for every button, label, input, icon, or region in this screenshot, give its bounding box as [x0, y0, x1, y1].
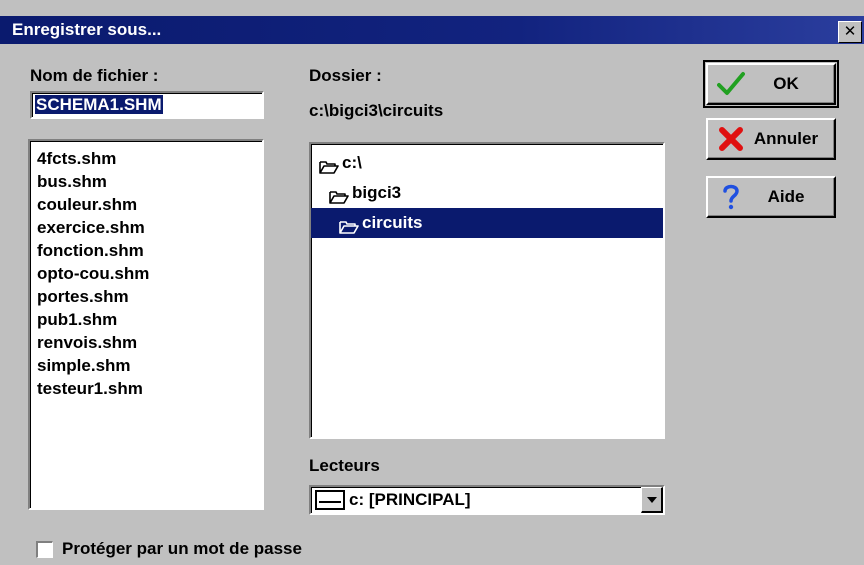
folder-tree[interactable]: c:\ bigci3 circuits [309, 142, 665, 439]
folder-label: Dossier : [309, 66, 382, 85]
drive-select[interactable]: c: [PRINCIPAL] [309, 485, 665, 515]
file-list-item[interactable]: testeur1.shm [34, 377, 258, 400]
password-checkbox[interactable] [36, 541, 53, 558]
filename-value: SCHEMA1.SHM [35, 95, 163, 114]
ok-button[interactable]: OK [703, 60, 839, 108]
open-folder-icon [339, 215, 359, 234]
close-icon: ✕ [843, 23, 857, 40]
file-list-item[interactable]: simple.shm [34, 354, 258, 377]
chevron-down-icon [646, 496, 657, 503]
file-list-item[interactable]: renvois.shm [34, 331, 258, 354]
file-list-item[interactable]: exercice.shm [34, 216, 258, 239]
file-list-item[interactable]: couleur.shm [34, 193, 258, 216]
file-list-item[interactable]: pub1.shm [34, 308, 258, 331]
folder-tree-item[interactable]: circuits [311, 208, 663, 238]
dialog-title: Enregistrer sous... [12, 20, 162, 39]
file-list-item[interactable]: fonction.shm [34, 239, 258, 262]
ok-label: OK [773, 74, 799, 93]
password-label: Protéger par un mot de passe [62, 539, 302, 558]
file-list[interactable]: 4fcts.shm bus.shm couleur.shm exercice.shm f… [28, 139, 264, 510]
drive-icon [315, 490, 345, 510]
open-folder-icon [329, 185, 349, 204]
folder-name: c:\ [342, 153, 362, 172]
folder-tree-item[interactable]: bigci3 [311, 178, 663, 208]
folder-name: bigci3 [352, 183, 402, 202]
filename-input[interactable]: SCHEMA1.SHM [30, 91, 264, 119]
checkmark-icon [716, 70, 746, 98]
cancel-label: Annuler [753, 129, 819, 148]
folder-name: circuits [362, 213, 423, 232]
cancel-button[interactable]: Annuler [706, 118, 836, 160]
file-list-item[interactable]: opto-cou.shm [34, 262, 258, 285]
file-list-item[interactable]: portes.shm [34, 285, 258, 308]
drive-value: c: [PRINCIPAL] [349, 490, 471, 509]
drives-label: Lecteurs [309, 456, 380, 475]
file-list-item[interactable]: bus.shm [34, 170, 258, 193]
filename-label: Nom de fichier : [30, 66, 159, 85]
file-list-item[interactable]: 4fcts.shm [34, 147, 258, 170]
dialog-titlebar[interactable]: Enregistrer sous... ✕ [0, 16, 864, 44]
dropdown-button[interactable] [641, 487, 663, 513]
help-label: Aide [767, 187, 805, 206]
folder-tree-item[interactable]: c:\ [311, 148, 663, 178]
help-button[interactable]: Aide [706, 176, 836, 218]
folder-path: c:\bigci3\circuits [309, 101, 444, 120]
close-button[interactable]: ✕ [838, 21, 862, 43]
red-x-icon [716, 125, 746, 153]
open-folder-icon [319, 155, 339, 174]
question-icon [716, 183, 746, 211]
